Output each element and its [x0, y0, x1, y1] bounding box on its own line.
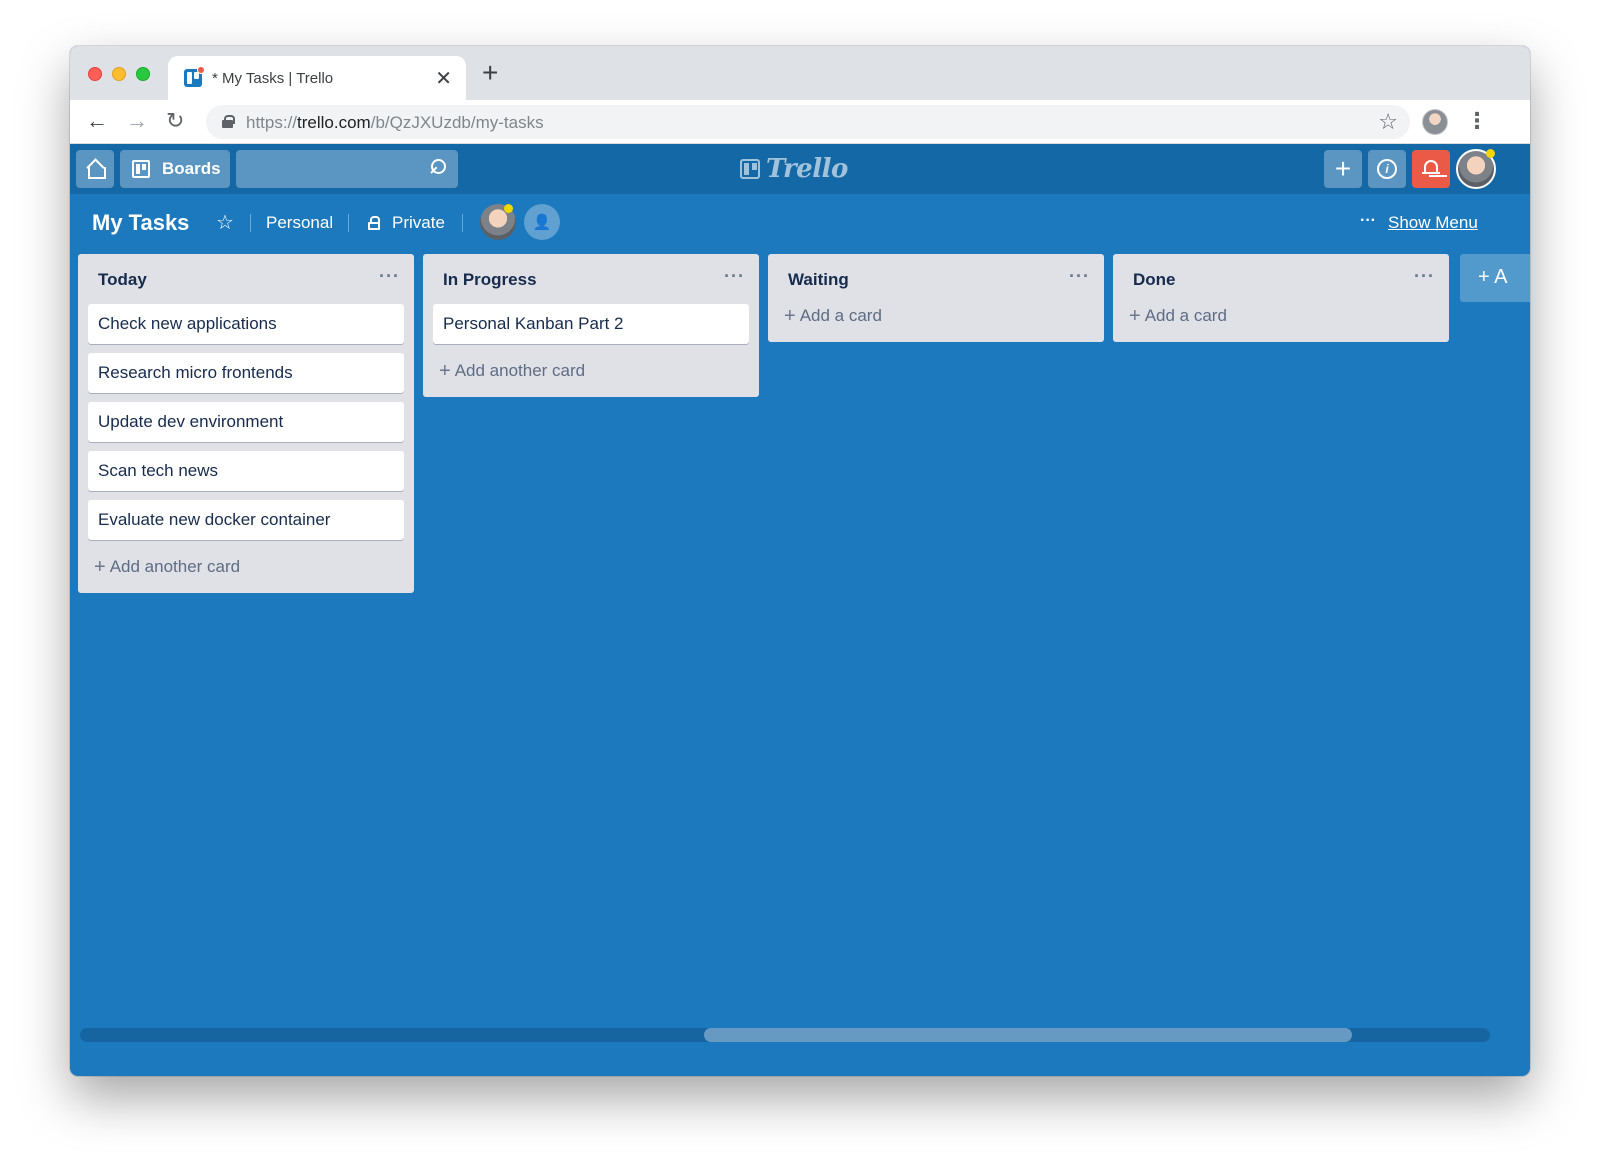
list-header: Done ···	[1123, 254, 1439, 304]
browser-menu-icon[interactable]: ⋮	[1466, 108, 1488, 134]
list-menu-icon[interactable]: ···	[1414, 266, 1435, 287]
board-team-button[interactable]: Personal	[266, 213, 333, 233]
create-button[interactable]: +	[1324, 150, 1362, 188]
list-title[interactable]: Today	[98, 270, 147, 290]
plus-icon: +	[94, 555, 106, 578]
card[interactable]: Update dev environment	[88, 402, 404, 442]
card[interactable]: Check new applications	[88, 304, 404, 344]
list-today[interactable]: Today ··· Check new applications Researc…	[78, 254, 414, 593]
browser-window: * My Tasks | Trello ✕ + ← → ↻ https://tr…	[70, 46, 1530, 1076]
boards-button[interactable]: Boards	[120, 150, 230, 188]
bell-icon	[1422, 160, 1440, 178]
add-card-label: Add another card	[109, 557, 241, 576]
trello-header: Boards Trello + i	[70, 144, 1530, 194]
lock-icon	[368, 216, 380, 230]
boards-icon	[132, 160, 150, 178]
trello-logo-icon	[740, 159, 760, 179]
maximize-window-button[interactable]	[136, 67, 150, 81]
address-bar[interactable]: https://trello.com/b/QzJXUzdb/my-tasks ☆	[206, 105, 1410, 139]
trello-logo[interactable]: Trello	[740, 154, 848, 184]
list-header: In Progress ···	[433, 254, 749, 304]
card[interactable]: Evaluate new docker container	[88, 500, 404, 540]
browser-profile-avatar[interactable]	[1422, 109, 1448, 135]
home-button[interactable]	[76, 150, 114, 188]
add-list-button[interactable]: + A	[1460, 254, 1530, 302]
divider	[462, 214, 463, 232]
scrollbar-thumb[interactable]	[704, 1028, 1352, 1042]
info-icon: i	[1377, 159, 1397, 179]
list-title[interactable]: In Progress	[443, 270, 537, 290]
reload-button[interactable]: ↻	[166, 108, 184, 134]
card[interactable]: Scan tech news	[88, 451, 404, 491]
invite-member-button[interactable]: 👤	[524, 204, 560, 240]
url-path: /b/QzJXUzdb/my-tasks	[370, 113, 544, 132]
close-window-button[interactable]	[88, 67, 102, 81]
list-done[interactable]: Done ··· + Add a card	[1113, 254, 1449, 342]
forward-button[interactable]: →	[126, 108, 148, 134]
list-in-progress[interactable]: In Progress ··· Personal Kanban Part 2 +…	[423, 254, 759, 397]
card[interactable]: Personal Kanban Part 2	[433, 304, 749, 344]
add-card-label: Add a card	[799, 306, 882, 325]
card[interactable]: Research micro frontends	[88, 353, 404, 393]
list-header: Waiting ···	[778, 254, 1094, 304]
new-tab-button[interactable]: +	[482, 58, 498, 88]
divider	[348, 214, 349, 232]
url-host: trello.com	[297, 113, 371, 132]
add-card-button[interactable]: + Add another card	[433, 353, 749, 389]
list-menu-icon[interactable]: ···	[724, 266, 745, 287]
board-header: My Tasks ☆ Personal Private 👤 ··· Show M…	[70, 194, 1530, 252]
avatar-badge-icon	[504, 204, 513, 213]
divider	[250, 214, 251, 232]
board-visibility-button[interactable]: Private	[392, 213, 445, 233]
list-menu-icon[interactable]: ···	[379, 266, 400, 287]
horizontal-scrollbar[interactable]	[80, 1028, 1490, 1042]
browser-tab[interactable]: * My Tasks | Trello ✕	[168, 56, 466, 100]
list-header: Today ···	[88, 254, 404, 304]
bookmark-star-icon[interactable]: ☆	[1378, 109, 1398, 135]
list-waiting[interactable]: Waiting ··· + Add a card	[768, 254, 1104, 342]
add-card-label: Add a card	[1144, 306, 1227, 325]
plus-icon: +	[439, 359, 451, 382]
list-title[interactable]: Done	[1133, 270, 1176, 290]
url-text[interactable]: https://trello.com/b/QzJXUzdb/my-tasks	[246, 113, 544, 133]
info-button[interactable]: i	[1368, 150, 1406, 188]
search-icon[interactable]	[430, 159, 446, 175]
more-icon[interactable]: ···	[1360, 212, 1376, 230]
tab-strip: * My Tasks | Trello ✕ +	[70, 46, 1530, 100]
show-menu-link[interactable]: Show Menu	[1388, 213, 1478, 233]
tab-title: * My Tasks | Trello	[212, 70, 334, 87]
notifications-button[interactable]	[1412, 150, 1450, 188]
lock-icon[interactable]	[222, 115, 235, 128]
notification-dot-icon	[197, 66, 205, 74]
close-tab-icon[interactable]: ✕	[435, 66, 452, 91]
add-card-label: Add another card	[454, 361, 586, 380]
back-button[interactable]: ←	[86, 108, 108, 134]
url-scheme: https://	[246, 113, 298, 132]
add-card-button[interactable]: + Add another card	[88, 549, 404, 585]
boards-label: Boards	[162, 159, 221, 178]
plus-icon: +	[784, 304, 796, 327]
board-title[interactable]: My Tasks	[92, 210, 189, 236]
home-icon	[86, 161, 106, 179]
plus-icon: +	[1129, 304, 1141, 327]
minimize-window-button[interactable]	[112, 67, 126, 81]
search-input[interactable]	[236, 150, 458, 188]
list-title[interactable]: Waiting	[788, 270, 849, 290]
avatar-badge-icon	[1486, 149, 1495, 158]
star-board-icon[interactable]: ☆	[216, 210, 234, 235]
list-menu-icon[interactable]: ···	[1069, 266, 1090, 287]
trello-logo-text: Trello	[766, 154, 848, 184]
browser-toolbar: ← → ↻ https://trello.com/b/QzJXUzdb/my-t…	[70, 100, 1530, 144]
